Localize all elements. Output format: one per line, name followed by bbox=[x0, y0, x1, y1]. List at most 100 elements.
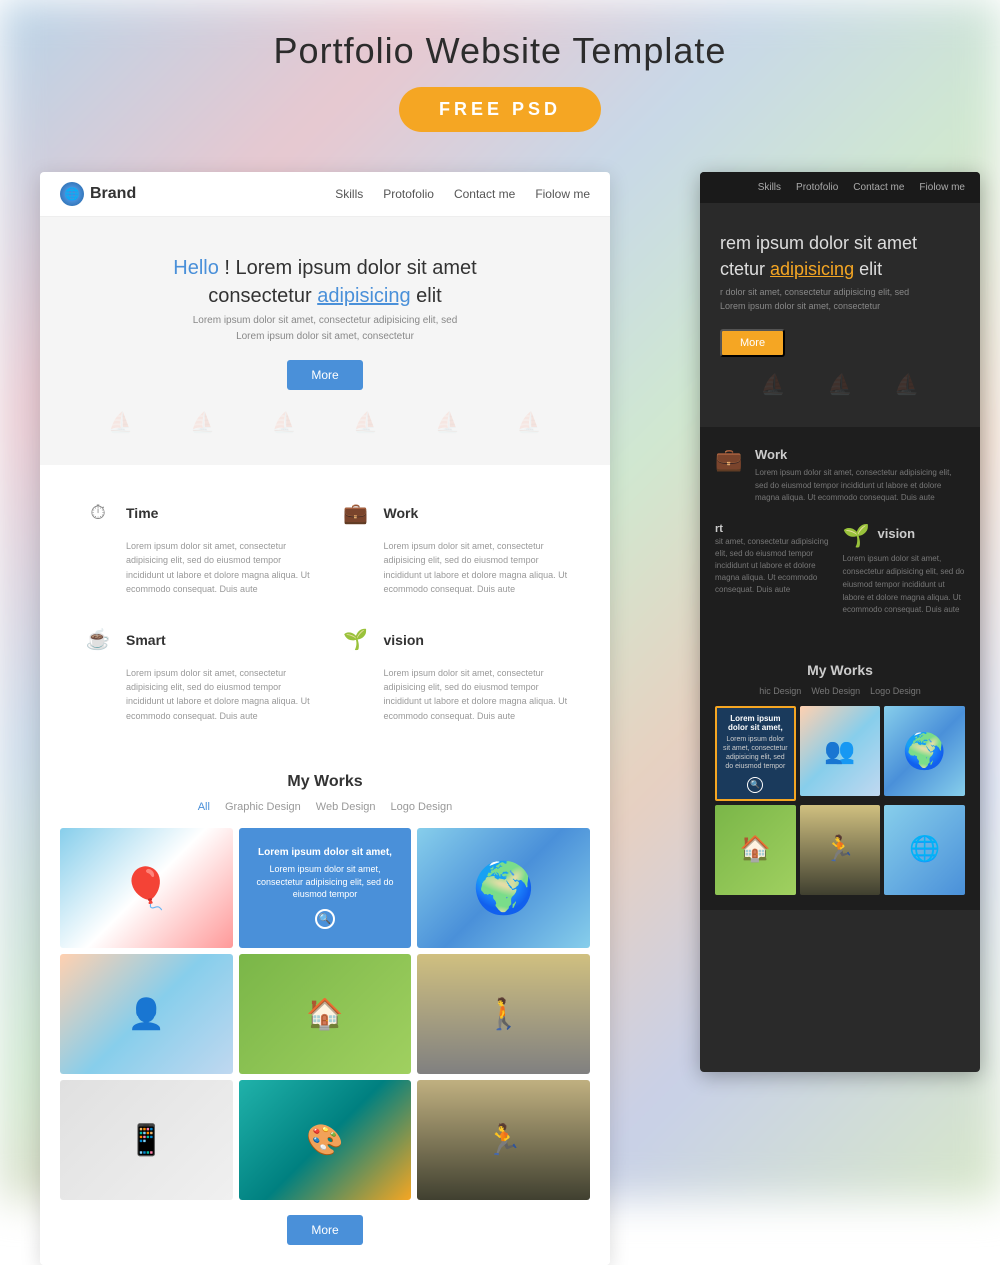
dark-nav-follow[interactable]: Fiolow me bbox=[919, 182, 965, 193]
hero-text: Lorem ipsum dolor sit amet, consectetur … bbox=[60, 313, 590, 345]
hero-title-text: ! Lorem ipsum dolor sit amet bbox=[224, 257, 476, 279]
dark-hero-more-button[interactable]: More bbox=[720, 329, 785, 357]
nav-follow[interactable]: Fiolow me bbox=[535, 187, 590, 201]
work-item-map[interactable]: 🌍 bbox=[417, 828, 590, 948]
dark-nav-contact[interactable]: Contact me bbox=[853, 182, 904, 193]
brand-logo: 🌐 Brand bbox=[60, 182, 136, 206]
filter-graphic[interactable]: Graphic Design bbox=[225, 801, 301, 813]
time-icon: ⏱ bbox=[80, 495, 116, 531]
dark-vision-text: Lorem ipsum dolor sit amet, consectetur … bbox=[843, 553, 966, 617]
light-nav-links: Skills Protofolio Contact me Fiolow me bbox=[335, 187, 590, 201]
nav-contact[interactable]: Contact me bbox=[454, 187, 515, 201]
dark-work-map[interactable]: 🌍 bbox=[884, 706, 965, 796]
works-grid: 🎈 Lorem ipsum dolor sit amet, Lorem ipsu… bbox=[60, 828, 590, 1200]
hero-more-button[interactable]: More bbox=[287, 360, 362, 390]
dark-sailboats: ⛵ ⛵ ⛵ bbox=[720, 372, 960, 397]
dark-filter-web[interactable]: Web Design bbox=[811, 686, 860, 696]
work-item-overlay[interactable]: Lorem ipsum dolor sit amet, Lorem ipsum … bbox=[239, 828, 412, 948]
sailboat-2: ⛵ bbox=[190, 410, 215, 435]
dark-smart-text: sit amet, consectetur adipisicing elit, … bbox=[715, 537, 828, 594]
sailboat-4: ⛵ bbox=[353, 410, 378, 435]
dark-filter-graphic[interactable]: hic Design bbox=[759, 686, 801, 696]
works-section: My Works All Graphic Design Web Design L… bbox=[40, 753, 610, 1265]
nav-protofolio[interactable]: Protofolio bbox=[383, 187, 434, 201]
smart-icon: ☕ bbox=[80, 622, 116, 658]
works-filter: All Graphic Design Web Design Logo Desig… bbox=[60, 801, 590, 813]
dark-work-globe[interactable]: 🌐 bbox=[884, 805, 965, 895]
dark-smart-title: rt bbox=[715, 523, 838, 535]
dark-work-house[interactable]: 🏠 bbox=[715, 805, 796, 895]
filter-all[interactable]: All bbox=[198, 801, 210, 813]
dark-sailboat-3: ⛵ bbox=[894, 372, 919, 397]
dark-feature-work: 💼 Work Lorem ipsum dolor sit amet, conse… bbox=[715, 447, 965, 505]
feature-smart-title: Smart bbox=[126, 632, 166, 648]
dark-vision-title: vision bbox=[878, 526, 916, 541]
filter-logo[interactable]: Logo Design bbox=[391, 801, 453, 813]
work-item-tablet[interactable]: 📱 bbox=[60, 1080, 233, 1200]
overlay-search-icon[interactable]: 🔍 bbox=[315, 909, 335, 929]
nav-skills[interactable]: Skills bbox=[335, 187, 363, 201]
sailboat-5: ⛵ bbox=[435, 410, 460, 435]
overlay-text: Lorem ipsum dolor sit amet, consectetur … bbox=[249, 863, 402, 901]
dark-work-person[interactable]: 🏃 bbox=[800, 805, 881, 895]
page-wrapper: Portfolio Website Template FREE PSD 🌐 Br… bbox=[0, 0, 1000, 1200]
work-item-street[interactable]: 🚶 bbox=[417, 954, 590, 1074]
dark-hero-text1: rem ipsum dolor sit amet bbox=[720, 233, 917, 253]
feature-time-text: Lorem ipsum dolor sit amet, consectetur … bbox=[80, 539, 313, 597]
dark-feature-work-title: Work bbox=[755, 447, 965, 462]
sailboat-1: ⛵ bbox=[108, 410, 133, 435]
work-item-house[interactable]: 🏠 bbox=[239, 954, 412, 1074]
vision-icon: 🌱 bbox=[338, 622, 374, 658]
dark-partial-text: rt sit amet, consectetur adipisicing eli… bbox=[715, 523, 838, 617]
works-title: My Works bbox=[60, 773, 590, 791]
dark-nav-skills[interactable]: Skills bbox=[758, 182, 781, 193]
dark-nav: Skills Protofolio Contact me Fiolow me bbox=[700, 172, 980, 203]
dark-hero-text: r dolor sit amet, consectetur adipisicin… bbox=[720, 285, 960, 314]
dark-feature-work-text: Lorem ipsum dolor sit amet, consectetur … bbox=[755, 467, 965, 505]
dark-hero-elit: elit bbox=[859, 259, 882, 279]
dark-hero-subtitle: ctetur adipisicing elit bbox=[720, 259, 960, 280]
brand-icon: 🌐 bbox=[60, 182, 84, 206]
dark-feature-partial: rt sit amet, consectetur adipisicing eli… bbox=[715, 523, 965, 617]
feature-work: 💼 Work Lorem ipsum dolor sit amet, conse… bbox=[338, 495, 571, 597]
feature-smart-text: Lorem ipsum dolor sit amet, consectetur … bbox=[80, 666, 313, 724]
sailboat-3: ⛵ bbox=[272, 410, 297, 435]
filter-web[interactable]: Web Design bbox=[316, 801, 376, 813]
work-item-person[interactable]: 👤 bbox=[60, 954, 233, 1074]
dark-hero-adipisicing: adipisicing bbox=[770, 259, 854, 279]
hero-adipisicing: adipisicing bbox=[317, 285, 410, 307]
works-more-container: More bbox=[60, 1215, 590, 1245]
dark-overlay-title: Lorem ipsum dolor sit amet, bbox=[723, 714, 788, 732]
hero-hello: Hello bbox=[173, 257, 219, 279]
work-item-abstract[interactable]: 🎨 bbox=[239, 1080, 412, 1200]
dark-work-avatars[interactable]: 👥 bbox=[800, 706, 881, 796]
sailboat-6: ⛵ bbox=[517, 410, 542, 435]
dark-nav-protofolio[interactable]: Protofolio bbox=[796, 182, 838, 193]
works-more-button[interactable]: More bbox=[287, 1215, 362, 1245]
brand-name: Brand bbox=[90, 185, 136, 203]
feature-vision: 🌱 vision Lorem ipsum dolor sit amet, con… bbox=[338, 622, 571, 724]
dark-works: My Works hic Design Web Design Logo Desi… bbox=[700, 647, 980, 909]
hero-consectetur: consectetur bbox=[208, 285, 317, 307]
hero-text-line1: Lorem ipsum dolor sit amet, consectetur … bbox=[60, 313, 590, 329]
previews-container: 🌐 Brand Skills Protofolio Contact me Fio… bbox=[0, 152, 1000, 1265]
dark-vision-header: 🌱 vision bbox=[843, 523, 966, 549]
work-item-balloons[interactable]: 🎈 bbox=[60, 828, 233, 948]
feature-work-header: 💼 Work bbox=[338, 495, 571, 531]
dark-sailboat-1: ⛵ bbox=[761, 372, 786, 397]
dark-works-title: My Works bbox=[715, 662, 965, 678]
dark-filter-logo[interactable]: Logo Design bbox=[870, 686, 921, 696]
dark-sailboat-2: ⛵ bbox=[828, 372, 853, 397]
dark-overlay-search-icon[interactable]: 🔍 bbox=[747, 777, 763, 793]
dark-work-overlay[interactable]: Lorem ipsum dolor sit amet, Lorem ipsum … bbox=[715, 706, 796, 800]
free-psd-badge: FREE PSD bbox=[399, 87, 601, 132]
feature-time: ⏱ Time Lorem ipsum dolor sit amet, conse… bbox=[80, 495, 313, 597]
work-item-street2[interactable]: 🏃 bbox=[417, 1080, 590, 1200]
feature-time-title: Time bbox=[126, 505, 158, 521]
dark-hero: rem ipsum dolor sit amet ctetur adipisic… bbox=[700, 203, 980, 427]
page-title: Portfolio Website Template bbox=[0, 30, 1000, 72]
feature-smart: ☕ Smart Lorem ipsum dolor sit amet, cons… bbox=[80, 622, 313, 724]
dark-hero-title: rem ipsum dolor sit amet bbox=[720, 233, 960, 254]
work-icon: 💼 bbox=[338, 495, 374, 531]
dark-work-icon: 💼 bbox=[715, 447, 745, 505]
